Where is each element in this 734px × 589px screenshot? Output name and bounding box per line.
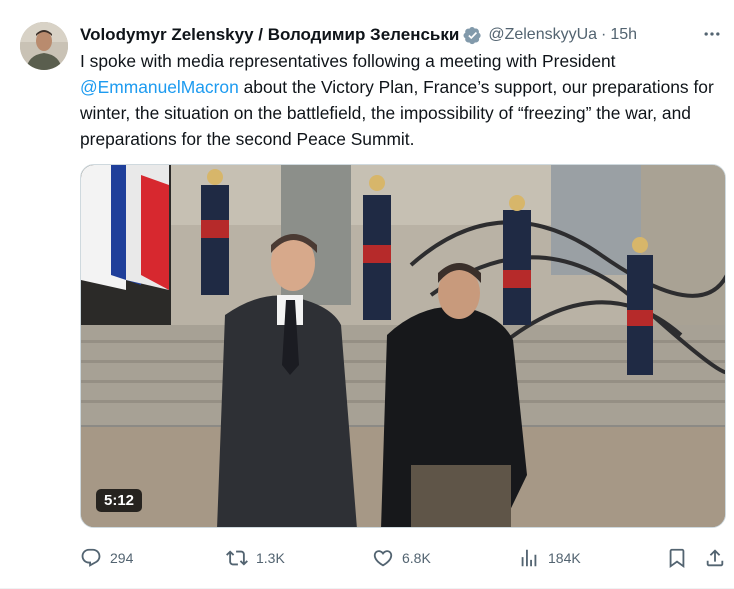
- repost-count: 1.3K: [256, 550, 285, 566]
- like-icon: [373, 550, 393, 567]
- author-handle[interactable]: @ZelenskyyUa: [488, 26, 597, 44]
- share-button[interactable]: [704, 544, 726, 572]
- verified-badge-icon: [463, 26, 481, 44]
- video-duration: 5:12: [96, 489, 143, 512]
- repost-button[interactable]: 1.3K: [226, 544, 285, 572]
- views-button[interactable]: 184K: [518, 544, 581, 572]
- tweet-text-part1: I spoke with media representatives follo…: [80, 51, 616, 71]
- tweet-header: Volodymyr Zelenskyy / Володимир Зеленськ…: [80, 22, 724, 48]
- views-icon: [521, 549, 537, 567]
- avatar[interactable]: [20, 22, 68, 70]
- avatar-image: [20, 22, 68, 70]
- views-count: 184K: [548, 550, 581, 566]
- tweet[interactable]: Volodymyr Zelenskyy / Володимир Зеленськ…: [0, 0, 734, 589]
- repost-icon: [226, 550, 248, 566]
- like-button[interactable]: 6.8K: [372, 544, 431, 572]
- more-icon[interactable]: [700, 22, 724, 46]
- reply-count: 294: [110, 550, 134, 566]
- mention-link[interactable]: @EmmanuelMacron: [80, 77, 239, 97]
- video-player[interactable]: 5:12: [80, 164, 726, 528]
- bookmark-button[interactable]: [666, 544, 688, 572]
- action-bar: 294 1.3K 6.8K 184K: [80, 544, 730, 572]
- bookmark-icon: [669, 548, 685, 569]
- reply-button[interactable]: 294: [80, 544, 133, 572]
- like-count: 6.8K: [402, 550, 431, 566]
- reply-icon: [81, 548, 101, 567]
- author-name[interactable]: Volodymyr Zelenskyy / Володимир Зеленськ…: [80, 25, 459, 45]
- video-thumbnail: [81, 165, 725, 527]
- share-icon: [706, 549, 724, 567]
- post-time[interactable]: 15h: [610, 26, 637, 44]
- separator-dot: ·: [601, 26, 607, 43]
- tweet-text: I spoke with media representatives follo…: [80, 48, 720, 152]
